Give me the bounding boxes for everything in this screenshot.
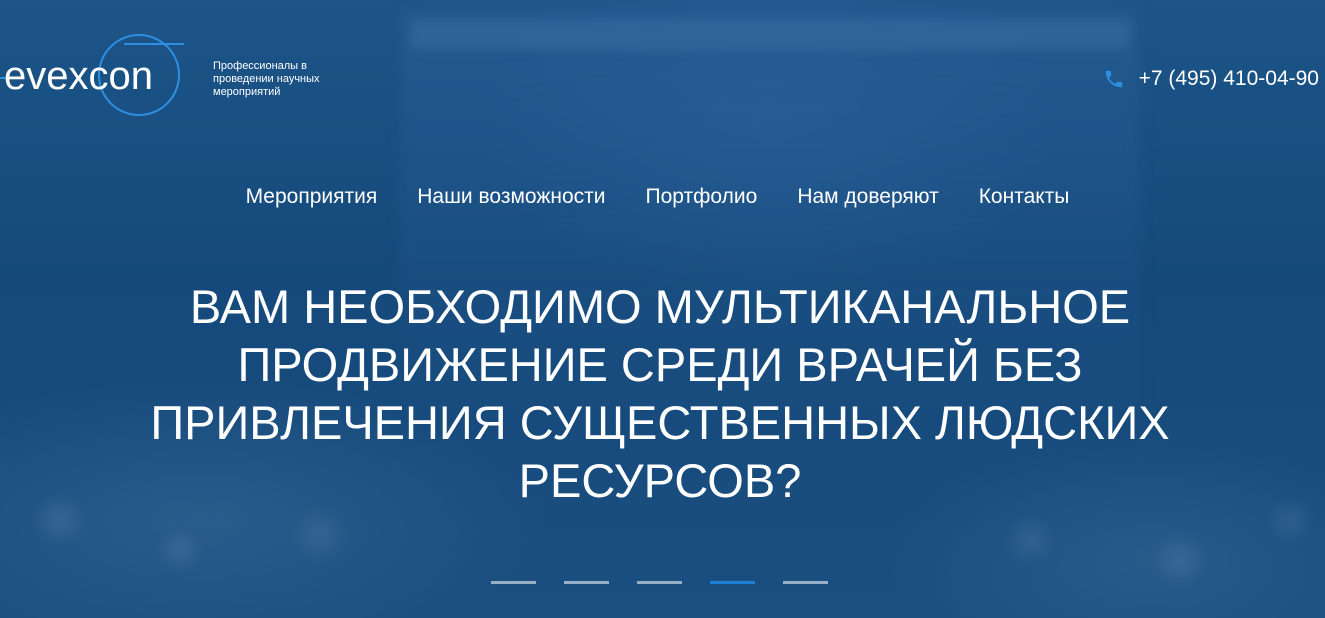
slider-dot-2[interactable] bbox=[564, 581, 609, 584]
logo-text: evexcon bbox=[4, 54, 153, 98]
slider-dot-4[interactable] bbox=[710, 581, 755, 584]
main-nav: Мероприятия Наши возможности Портфолио Н… bbox=[0, 183, 1325, 211]
tagline: Профессионалы в проведении научных мероп… bbox=[213, 60, 320, 98]
nav-item-clients[interactable]: Нам доверяют bbox=[777, 183, 958, 211]
logo[interactable]: evexcon bbox=[0, 30, 195, 122]
slider-dot-1[interactable] bbox=[491, 581, 536, 584]
phone-number: +7 (495) 410-04-90 bbox=[1138, 67, 1319, 90]
background-screen-bar bbox=[410, 20, 1130, 50]
nav-item-portfolio[interactable]: Портфолио bbox=[626, 183, 778, 211]
nav-item-events[interactable]: Мероприятия bbox=[226, 183, 398, 211]
nav-item-contacts[interactable]: Контакты bbox=[959, 183, 1090, 211]
phone-icon bbox=[1105, 70, 1122, 88]
slider-dot-3[interactable] bbox=[637, 581, 682, 584]
nav-item-capabilities[interactable]: Наши возможности bbox=[397, 183, 625, 211]
logo-line-right bbox=[124, 43, 184, 45]
slider-dot-5[interactable] bbox=[783, 581, 828, 584]
slider-pagination bbox=[491, 581, 828, 584]
hero-headline: ВАМ НЕОБХОДИМО МУЛЬТИКАНАЛЬНОЕ ПРОДВИЖЕН… bbox=[150, 280, 1170, 507]
phone-link[interactable]: +7 (495) 410-04-90 bbox=[1103, 66, 1319, 92]
hero-section: evexcon Профессионалы в проведении научн… bbox=[0, 0, 1325, 618]
